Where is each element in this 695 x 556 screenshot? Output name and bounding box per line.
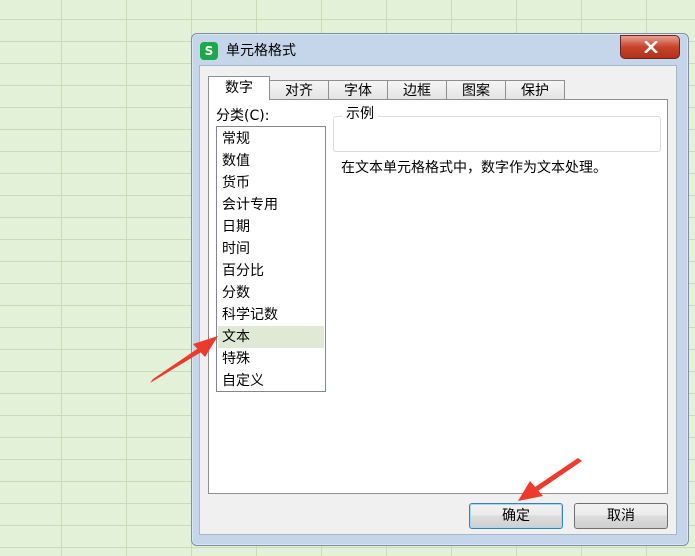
- category-item-scientific[interactable]: 科学记数: [218, 304, 324, 326]
- category-listbox[interactable]: 常规 数值 货币 会计专用 日期 时间 百分比 分数 科学记数 文本 特殊 自定…: [216, 126, 326, 392]
- tab-strip: 数字 对齐 字体 边框 图案 保护: [208, 76, 565, 100]
- dialog-title: 单元格格式: [226, 43, 296, 59]
- cancel-button[interactable]: 取消: [574, 503, 668, 529]
- category-item-currency[interactable]: 货币: [218, 172, 324, 194]
- category-label: 分类(C):: [216, 108, 270, 124]
- tab-alignment[interactable]: 对齐: [269, 80, 329, 100]
- tab-font[interactable]: 字体: [328, 80, 388, 100]
- number-tab-panel: 分类(C): 常规 数值 货币 会计专用 日期 时间 百分比 分数 科学记数 文…: [208, 99, 668, 494]
- tab-number[interactable]: 数字: [208, 76, 270, 100]
- close-button[interactable]: [620, 35, 680, 59]
- category-item-custom[interactable]: 自定义: [218, 370, 324, 392]
- tab-pattern[interactable]: 图案: [446, 80, 506, 100]
- wps-spreadsheet-icon: S: [200, 42, 218, 60]
- category-item-text[interactable]: 文本: [218, 326, 324, 348]
- category-item-percentage[interactable]: 百分比: [218, 260, 324, 282]
- category-item-general[interactable]: 常规: [218, 128, 324, 150]
- dialog-titlebar[interactable]: S 单元格格式: [192, 34, 688, 66]
- dialog-body: 数字 对齐 字体 边框 图案 保护 分类(C): 常规 数值 货币 会计专用 日…: [199, 65, 677, 535]
- tab-protection[interactable]: 保护: [505, 80, 565, 100]
- category-item-fraction[interactable]: 分数: [218, 282, 324, 304]
- category-item-accounting[interactable]: 会计专用: [218, 194, 324, 216]
- format-cells-dialog: S 单元格格式 数字 对齐 字体 边框 图案 保护 分类(C): 常规 数值 货…: [191, 33, 689, 546]
- tab-border[interactable]: 边框: [387, 80, 447, 100]
- category-item-special[interactable]: 特殊: [218, 348, 324, 370]
- category-item-date[interactable]: 日期: [218, 216, 324, 238]
- sample-groupbox: [333, 116, 661, 152]
- ok-button[interactable]: 确定: [469, 503, 563, 529]
- category-item-number[interactable]: 数值: [218, 150, 324, 172]
- category-item-time[interactable]: 时间: [218, 238, 324, 260]
- format-description: 在文本单元格格式中，数字作为文本处理。: [341, 160, 607, 176]
- close-icon: [644, 41, 658, 53]
- sample-label: 示例: [342, 106, 378, 122]
